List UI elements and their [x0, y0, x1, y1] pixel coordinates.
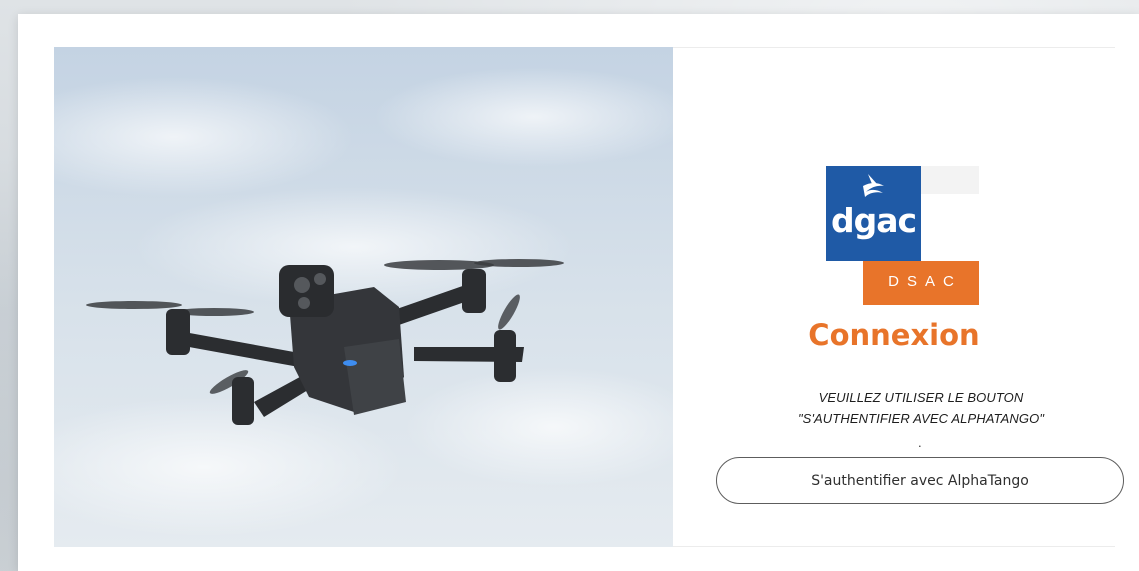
login-panel: dgac DSAC Connexion VEUILLEZ UTILISER LE… [673, 47, 1124, 547]
login-card: dgac DSAC Connexion VEUILLEZ UTILISER LE… [18, 14, 1139, 571]
dgac-dsac-logo: dgac DSAC [826, 166, 979, 305]
instruction-line-2: "S'AUTHENTIFIER AVEC ALPHATANGO" [797, 411, 1045, 427]
bird-logo-icon [863, 174, 884, 197]
separator-dot: . [918, 435, 922, 450]
logo-dsac-text: DSAC [888, 273, 962, 290]
alphatango-auth-button[interactable]: S'authentifier avec AlphaTango [716, 457, 1124, 504]
page-title: Connexion [808, 318, 980, 352]
logo-gray-block [921, 166, 979, 194]
drone-photo [54, 47, 673, 547]
instruction-line-1: VEUILLEZ UTILISER LE BOUTON [818, 390, 1024, 405]
instruction-text: VEUILLEZ UTILISER LE BOUTON "S'AUTHENTIF… [673, 387, 1139, 429]
logo-dgac-text: dgac [830, 201, 917, 240]
